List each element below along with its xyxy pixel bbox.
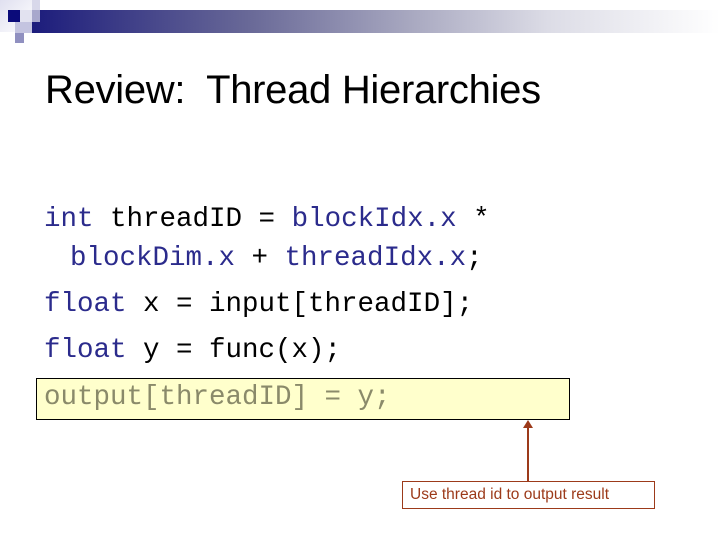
callout-box: Use thread id to output result <box>402 481 655 509</box>
header-square <box>8 10 20 22</box>
header-square <box>32 10 40 22</box>
header-square <box>15 33 24 43</box>
code-keyword: blockIdx.x <box>291 204 457 235</box>
code-text: + <box>235 243 285 274</box>
code-text: ; <box>466 243 483 274</box>
slide-title: Review: Thread Hierarchies <box>45 68 541 112</box>
header-square <box>20 10 32 22</box>
header-gradient-bar <box>32 10 720 33</box>
code-keyword: float <box>44 335 127 366</box>
code-text: x = input[threadID]; <box>126 289 474 320</box>
code-keyword: blockDim.x <box>70 243 236 274</box>
code-text: threadID = <box>93 204 292 235</box>
code-text: * <box>456 204 490 235</box>
header-square <box>15 22 32 33</box>
code-keyword: int <box>44 204 94 235</box>
code-line-output: output[threadID] = y; <box>44 382 391 413</box>
code-line-input: float x = input[threadID]; <box>44 289 473 321</box>
code-keyword: float <box>44 289 127 320</box>
code-text: y = func(x); <box>126 335 342 366</box>
code-keyword: threadIdx.x <box>284 243 467 274</box>
callout-arrow-line <box>527 426 529 482</box>
header-square <box>32 0 40 10</box>
code-line-thread-id-cont: blockDim.x + threadIdx.x; <box>70 243 483 275</box>
code-line-func: float y = func(x); <box>44 335 341 367</box>
code-line-thread-id: int threadID = blockIdx.x * <box>44 204 490 236</box>
